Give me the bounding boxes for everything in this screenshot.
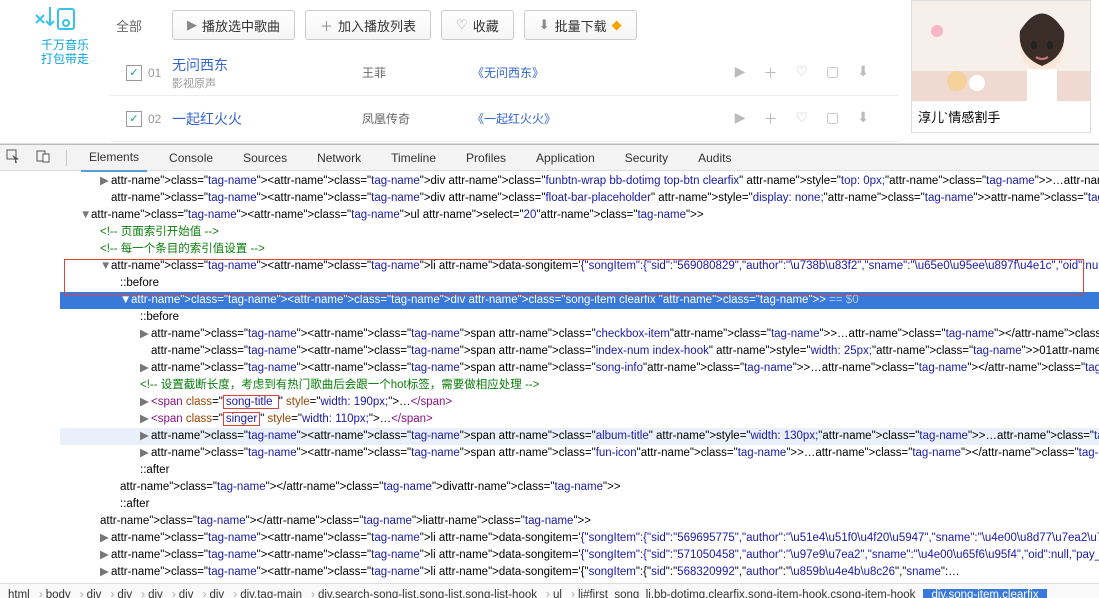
crumb[interactable]: body: [38, 589, 79, 598]
play-icon: ▶: [187, 17, 197, 33]
checkbox[interactable]: ✓: [126, 65, 142, 81]
crumb[interactable]: ul: [545, 589, 570, 598]
code-comment: <!-- 页面索引开始值 -->: [60, 224, 1099, 241]
logo[interactable]: 千万音乐打包带走: [30, 5, 100, 66]
pseudo: ::before: [60, 275, 1099, 292]
breadcrumb[interactable]: html body div div div div div div.tag-ma…: [0, 583, 1099, 598]
add-icon[interactable]: ＋: [763, 63, 777, 83]
download-icon: ⬇: [539, 17, 550, 33]
singer[interactable]: 凤凰传奇: [362, 110, 472, 127]
tab-application[interactable]: Application: [528, 145, 603, 171]
selected-node[interactable]: ▼attr-name">class="tag-name"><attr-name"…: [60, 292, 1099, 309]
pseudo: ::after: [60, 462, 1099, 479]
logo-text2: 打包带走: [41, 52, 89, 66]
album[interactable]: 《无问西东》: [472, 64, 602, 81]
play-icon[interactable]: ▶: [735, 63, 746, 83]
song-title[interactable]: 一起红火火: [172, 109, 362, 129]
crumb[interactable]: li#first_song_li.bb-dotimg.clearfix.song…: [570, 589, 923, 598]
batch-download-button[interactable]: ⬇批量下载◆: [524, 10, 637, 40]
tab-security[interactable]: Security: [617, 145, 676, 171]
inspect-icon[interactable]: [6, 149, 22, 166]
devtools: Elements Console Sources Network Timelin…: [0, 144, 1099, 598]
heart-icon: ♡: [456, 17, 468, 33]
play-icon[interactable]: ▶: [735, 109, 746, 129]
pseudo: ::after: [60, 496, 1099, 513]
tab-elements[interactable]: Elements: [81, 144, 147, 172]
tab-sources[interactable]: Sources: [235, 145, 295, 171]
table-row[interactable]: ✓ 02 一起红火火 凤凰传奇 《一起红火火》 ▶ ＋ ♡ ▢ ⬇: [110, 96, 899, 142]
dom-tree[interactable]: ▶attr-name">class="tag-name"><attr-name"…: [0, 171, 1099, 583]
tab-network[interactable]: Network: [309, 145, 369, 171]
mobile-icon[interactable]: ▢: [826, 109, 839, 129]
song-subtitle: 影视原声: [172, 75, 362, 91]
crumb[interactable]: div.search-song-list.song-list.song-list…: [310, 589, 545, 598]
tab-profiles[interactable]: Profiles: [458, 145, 514, 171]
download-icon[interactable]: ⬇: [857, 109, 869, 129]
avatar-name[interactable]: 淳儿`情感割手: [912, 101, 1090, 132]
tab-audits[interactable]: Audits: [690, 145, 739, 171]
avatar: [912, 1, 1090, 101]
index: 02: [148, 112, 172, 126]
crumb[interactable]: div: [79, 589, 110, 598]
add-icon[interactable]: ＋: [763, 109, 777, 129]
checkbox[interactable]: ✓: [126, 111, 142, 127]
crumb[interactable]: div: [140, 589, 171, 598]
toolbar: 全部 ▶播放选中歌曲 ＋加入播放列表 ♡收藏 ⬇批量下载◆: [110, 0, 899, 50]
play-selected-button[interactable]: ▶播放选中歌曲: [172, 10, 295, 40]
crumb[interactable]: div: [201, 589, 232, 598]
index: 01: [148, 66, 172, 80]
live-panel[interactable]: 淳儿`情感割手: [911, 0, 1091, 133]
plus-icon: ＋: [320, 16, 333, 35]
crumb-selected[interactable]: div.song-item.clearfix: [923, 589, 1046, 598]
heart-icon[interactable]: ♡: [795, 109, 808, 129]
crumb[interactable]: html: [0, 589, 38, 598]
table-row[interactable]: ✓ 01 无问西东 影视原声 王菲 《无问西东》 ▶ ＋ ♡ ▢ ⬇: [110, 50, 899, 96]
tab-console[interactable]: Console: [161, 145, 221, 171]
singer[interactable]: 王菲: [362, 64, 472, 81]
album[interactable]: 《一起红火火》: [472, 110, 602, 127]
favorite-button[interactable]: ♡收藏: [441, 10, 514, 40]
crumb[interactable]: div: [171, 589, 202, 598]
tab-timeline[interactable]: Timeline: [383, 145, 444, 171]
song-title[interactable]: 无问西东: [172, 55, 362, 75]
mobile-icon[interactable]: ▢: [826, 63, 839, 83]
code-comment: <!-- 设置截断长度，考虑到有热门歌曲后会跟一个hot标签，需要做相应处理 -…: [60, 377, 1099, 394]
code-comment: <!-- 每一个条目的索引值设置 -->: [60, 241, 1099, 258]
download-icon[interactable]: ⬇: [857, 63, 869, 83]
crumb[interactable]: div.tag-main: [232, 589, 310, 598]
logo-text1: 千万音乐: [41, 38, 89, 52]
pseudo: ::before: [60, 309, 1099, 326]
filter-all[interactable]: 全部: [116, 16, 142, 35]
crumb[interactable]: div: [109, 589, 140, 598]
heart-icon[interactable]: ♡: [795, 63, 808, 83]
device-icon[interactable]: [36, 149, 52, 166]
add-playlist-button[interactable]: ＋加入播放列表: [305, 10, 431, 40]
